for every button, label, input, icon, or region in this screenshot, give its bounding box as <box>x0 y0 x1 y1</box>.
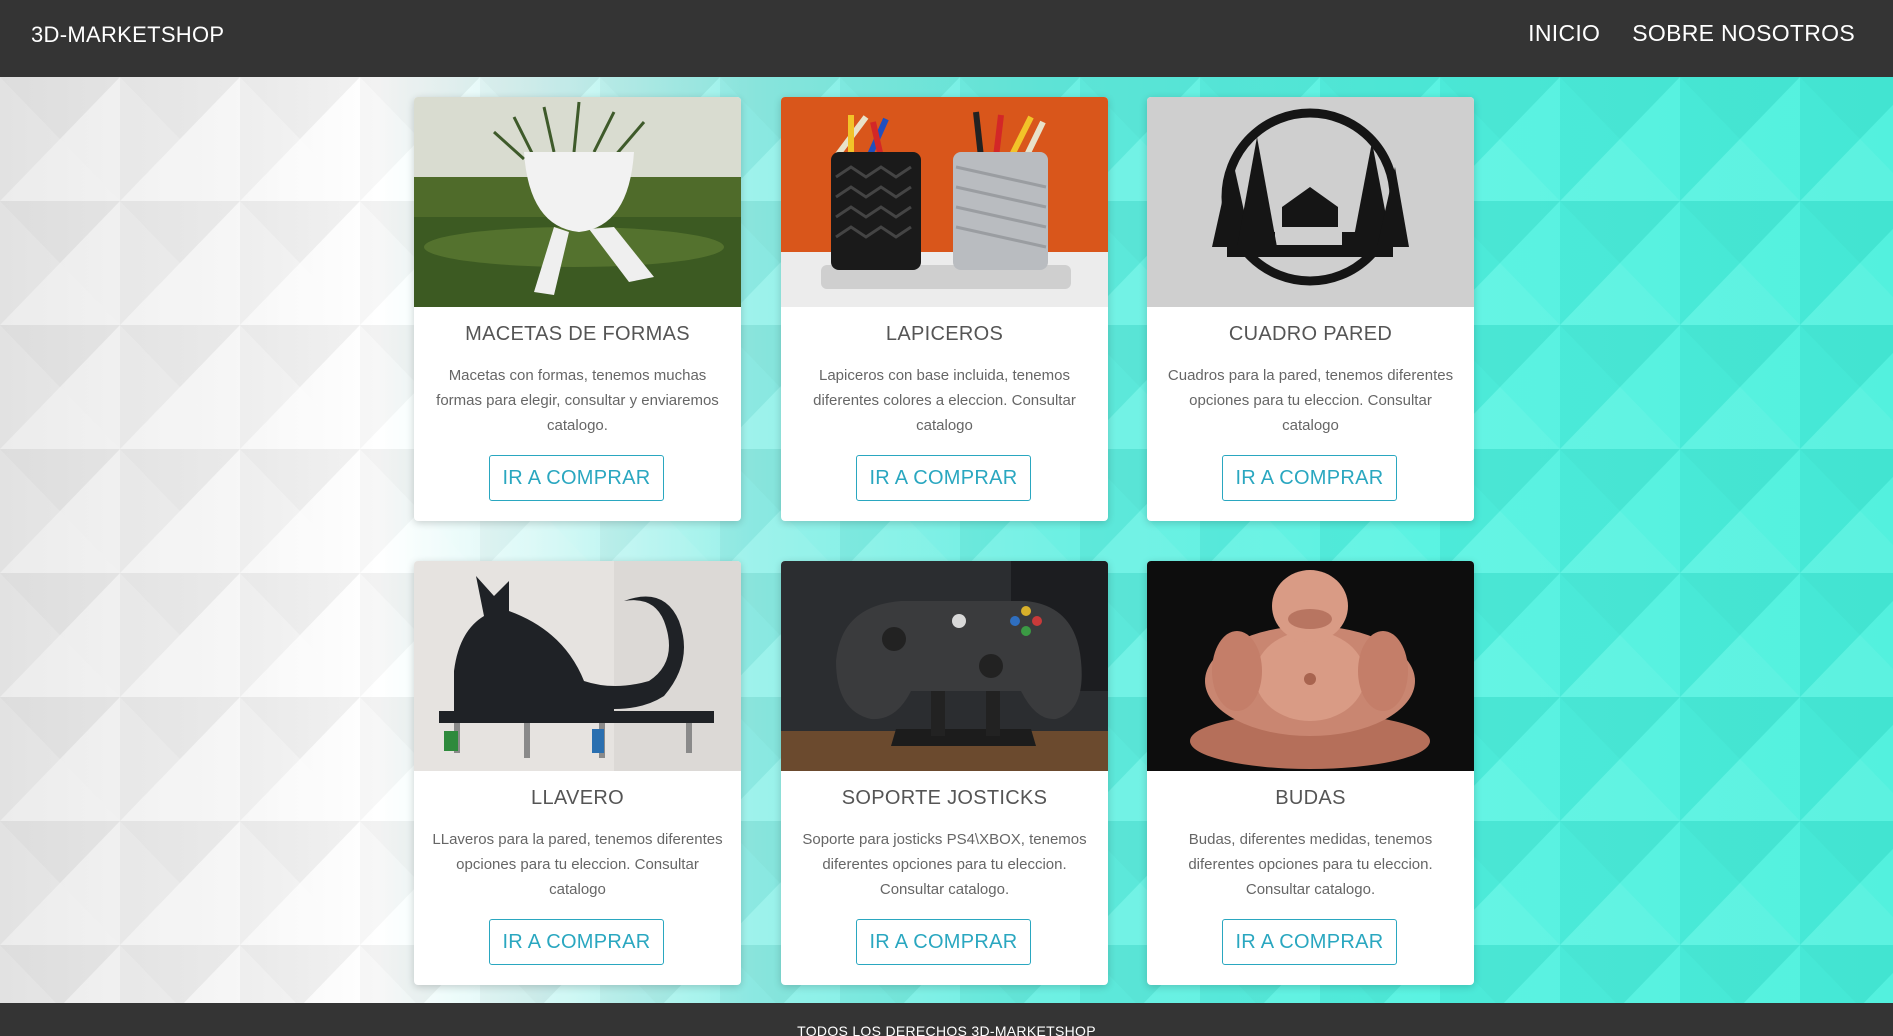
brand-logo-link[interactable]: 3D-MARKETSHOP <box>31 22 224 48</box>
product-title: LLAVERO <box>531 787 624 809</box>
product-image-cuadro <box>1147 97 1474 307</box>
product-description: Cuadros para la pared, tenemos diferente… <box>1167 367 1454 434</box>
page-footer: TODOS LOS DERECHOS 3D-MARKETSHOP <box>0 1003 1893 1036</box>
product-card-llavero: LLAVERO LLaveros para la pared, tenemos … <box>414 561 741 985</box>
product-description: LLaveros para la pared, tenemos diferent… <box>432 831 723 898</box>
product-image-maceta <box>414 97 741 307</box>
product-description: Budas, diferentes medidas, tenemos difer… <box>1188 831 1433 898</box>
product-title: SOPORTE JOSTICKS <box>841 787 1048 809</box>
buy-button-cuadro-pared[interactable]: IR A COMPRAR <box>1222 455 1397 501</box>
top-navbar: 3D-MARKETSHOP INICIO SOBRE NOSOTROS <box>0 0 1893 77</box>
buy-button-macetas[interactable]: IR A COMPRAR <box>489 455 664 501</box>
product-card-lapiceros: LAPICEROS Lapiceros con base incluida, t… <box>781 97 1108 521</box>
product-card-soporte-josticks: SOPORTE JOSTICKS Soporte para josticks P… <box>781 561 1108 985</box>
product-card-cuadro-pared: CUADRO PARED Cuadros para la pared, tene… <box>1147 97 1474 521</box>
product-title: CUADRO PARED <box>1228 323 1393 345</box>
product-title: MACETAS DE FORMAS <box>465 323 690 345</box>
product-description: Macetas con formas, tenemos muchas forma… <box>436 367 719 434</box>
buy-button-soporte-josticks[interactable]: IR A COMPRAR <box>856 919 1031 965</box>
product-image-soporte <box>781 561 1108 771</box>
product-gallery: MACETAS DE FORMAS Macetas con formas, te… <box>0 77 1893 1003</box>
product-image-buda <box>1147 561 1474 771</box>
buy-button-llavero[interactable]: IR A COMPRAR <box>489 919 664 965</box>
buy-button-lapiceros[interactable]: IR A COMPRAR <box>856 455 1031 501</box>
product-image-lapicero <box>781 97 1108 307</box>
product-description: Soporte para josticks PS4\XBOX, tenemos … <box>802 831 1087 898</box>
product-title: BUDAS <box>1275 787 1346 809</box>
product-card-budas: BUDAS Budas, diferentes medidas, tenemos… <box>1147 561 1474 985</box>
product-title: LAPICEROS <box>885 323 1004 345</box>
product-card-macetas: MACETAS DE FORMAS Macetas con formas, te… <box>414 97 741 521</box>
nav-link-inicio[interactable]: INICIO <box>1528 20 1600 47</box>
nav-links: INICIO SOBRE NOSOTROS <box>1528 20 1855 47</box>
product-description: Lapiceros con base incluida, tenemos dif… <box>813 367 1076 434</box>
footer-copyright: TODOS LOS DERECHOS 3D-MARKETSHOP <box>797 1023 1096 1036</box>
buy-button-budas[interactable]: IR A COMPRAR <box>1222 919 1397 965</box>
nav-link-sobre-nosotros[interactable]: SOBRE NOSOTROS <box>1632 20 1855 47</box>
product-image-llavero <box>414 561 741 771</box>
